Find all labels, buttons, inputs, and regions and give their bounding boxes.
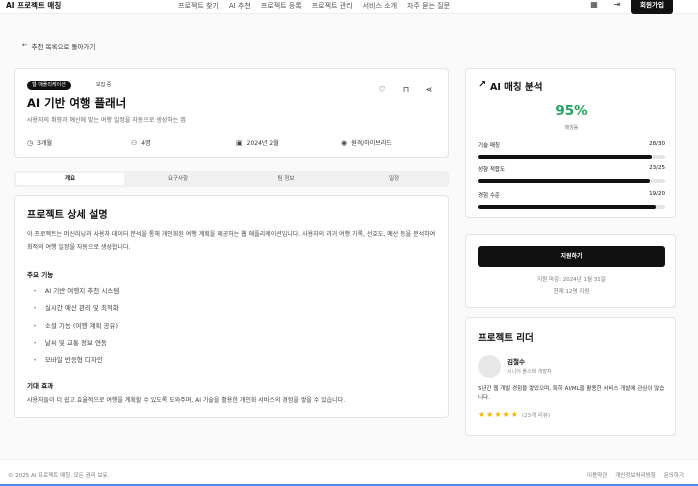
nav-manage-projects[interactable]: 프로젝트 관리	[312, 1, 353, 11]
nav-faq[interactable]: 자주 묻는 질문	[407, 1, 450, 11]
metric-value: 19/20	[649, 191, 665, 197]
leader-role: 시니어 풀스택 개발자	[507, 369, 552, 375]
meta-start-date: ▣ 2024년 2월	[236, 138, 279, 148]
status-badge: 모집 중	[96, 82, 112, 88]
metric-bar	[478, 205, 665, 209]
bookmark-icon[interactable]: ⊓	[401, 85, 411, 94]
arrow-left-icon: ←	[22, 41, 28, 49]
star-icon: ★	[494, 410, 502, 419]
project-subtitle: 사용자의 취향과 예산에 맞는 여행 일정을 자동으로 생성하는 앱	[27, 117, 186, 124]
apply-card: 지원하기 지원 마감: 2024년 1월 31일 현재 12명 지원	[465, 234, 676, 308]
analysis-title: ↗ AI 매칭 분석	[478, 79, 542, 93]
feature-item: 날씨 및 교통 정보 연동	[33, 337, 107, 347]
deadline-text: 지원 마감: 2024년 1월 31일	[537, 277, 606, 283]
footer-link-contact[interactable]: 문의하기	[664, 471, 684, 479]
project-leader-card: 프로젝트 리더 김철수 시니어 풀스택 개발자 5년간 웹 개발 경험을 쌓았으…	[465, 317, 676, 436]
nav-ai-recommend[interactable]: AI 추천	[229, 1, 251, 11]
match-percent: 95%	[555, 103, 588, 119]
star-icon: ★	[502, 410, 510, 419]
tab-schedule[interactable]: 일정	[340, 173, 448, 185]
nav-register-project[interactable]: 프로젝트 등록	[261, 1, 302, 11]
details-description: 이 프로젝트는 머신러닝과 사용자 데이터 분석을 통해 개인화된 여행 계획을…	[27, 231, 436, 251]
back-link-label: 추천 목록으로 돌아가기	[31, 43, 96, 51]
leader-title: 프로젝트 리더	[478, 333, 534, 344]
copyright: © 2025 AI 프로젝트 매칭. 모든 권리 보유.	[8, 473, 110, 479]
clock-icon: ◷	[27, 138, 34, 147]
analysis-title-text: AI 매칭 분석	[489, 82, 543, 93]
login-icon[interactable]: ⇥	[612, 0, 622, 10]
tab-overview[interactable]: 개요	[16, 173, 124, 185]
heart-icon[interactable]: ♡	[377, 85, 387, 94]
feature-item: 모바일 반응형 디자인	[33, 354, 103, 364]
metric-label: 경험 수준	[478, 193, 500, 199]
metric-label: 성향 적합도	[478, 167, 506, 173]
signup-button[interactable]: 회원가입	[631, 0, 673, 14]
effect-text: 사용자들이 더 쉽고 효율적으로 여행을 계획할 수 있도록 도와주며, AI …	[27, 397, 346, 404]
metric-value: 28/30	[649, 141, 665, 147]
category-badge: 웹 애플리케이션	[27, 81, 71, 90]
feature-item: 실시간 예산 관리 및 최적화	[33, 302, 119, 312]
nav-about[interactable]: 서비스 소개	[363, 1, 397, 11]
duration-value: 3개월	[37, 140, 52, 147]
project-details-card: 프로젝트 상세 설명 이 프로젝트는 머신러닝과 사용자 데이터 분석을 통해 …	[14, 195, 449, 418]
metric-bar-fill	[478, 179, 651, 183]
metric-bar-fill	[478, 205, 656, 209]
main-nav: 프로젝트 찾기 AI 추천 프로젝트 등록 프로젝트 관리 서비스 소개 자주 …	[178, 1, 450, 11]
feature-item: AI 기반 여행지 추천 시스템	[33, 285, 119, 295]
meta-duration: ◷ 3개월	[27, 138, 52, 148]
footer-links: 이용약관 개인정보처리방침 문의하기	[587, 471, 684, 479]
effect-heading: 기대 효과	[27, 382, 54, 390]
metric-label: 기술 매칭	[478, 143, 500, 149]
calendar-icon: ▣	[236, 138, 243, 147]
match-percent-label: 매칭률	[564, 125, 579, 131]
metric-bar-fill	[478, 155, 653, 159]
features-heading: 주요 기능	[27, 271, 54, 279]
start-date-value: 2024년 2월	[246, 140, 279, 147]
team-size-value: 4명	[141, 140, 151, 147]
tab-requirements[interactable]: 요구사항	[124, 173, 232, 185]
review-count: (23개 리뷰)	[521, 412, 551, 419]
footer-link-privacy[interactable]: 개인정보처리방침	[615, 471, 655, 479]
footer-link-terms[interactable]: 이용약관	[587, 471, 607, 479]
details-title: 프로젝트 상세 설명	[27, 210, 108, 221]
footer: © 2025 AI 프로젝트 매칭. 모든 권리 보유. 이용약관 개인정보처리…	[0, 459, 698, 486]
rating: ★ ★ ★ ★ ★ (23개 리뷰)	[478, 410, 550, 419]
avatar	[478, 355, 501, 378]
users-icon: ⚇	[131, 138, 138, 147]
leader-bio: 5년간 웹 개발 경험을 쌓았으며, 특히 AI/ML을 활용한 서비스 개발에…	[478, 386, 665, 401]
location-value: 원격/하이브리드	[351, 140, 392, 147]
metric-value: 23/25	[649, 165, 665, 171]
meta-location: ◉ 원격/하이브리드	[341, 138, 392, 148]
star-icon: ★	[486, 410, 494, 419]
brand-logo[interactable]: AI 프로젝트 매칭	[6, 0, 61, 11]
metric-bar	[478, 155, 665, 159]
apply-button[interactable]: 지원하기	[478, 246, 665, 267]
star-icon: ★	[510, 410, 518, 419]
tab-team-info[interactable]: 팀 정보	[232, 173, 340, 185]
project-title: AI 기반 여행 플래너	[27, 96, 127, 110]
back-link[interactable]: ← 추천 목록으로 돌아가기	[22, 41, 95, 51]
ai-analysis-card: ↗ AI 매칭 분석 95% 매칭률 기술 매칭 28/30 성향 적합도 23…	[465, 68, 676, 218]
star-icon: ★	[478, 410, 486, 419]
feature-item: 소셜 기능 (여행 계획 공유)	[33, 320, 118, 330]
metric-bar	[478, 179, 665, 183]
grid-icon[interactable]: ▦	[589, 0, 599, 10]
trend-up-icon: ↗	[478, 79, 486, 90]
project-header-card: 웹 애플리케이션 모집 중 AI 기반 여행 플래너 사용자의 취향과 예산에 …	[14, 68, 449, 158]
leader-name: 김철수	[507, 358, 525, 366]
location-pin-icon: ◉	[341, 138, 348, 147]
detail-tabs: 개요 요구사항 팀 정보 일정	[14, 171, 449, 187]
nav-find-projects[interactable]: 프로젝트 찾기	[178, 1, 219, 11]
share-icon[interactable]: ⋖	[424, 85, 434, 94]
applicants-count: 현재 12명 지원	[553, 289, 590, 295]
meta-team-size: ⚇ 4명	[131, 138, 151, 148]
top-header: AI 프로젝트 매칭 프로젝트 찾기 AI 추천 프로젝트 등록 프로젝트 관리…	[0, 0, 698, 14]
